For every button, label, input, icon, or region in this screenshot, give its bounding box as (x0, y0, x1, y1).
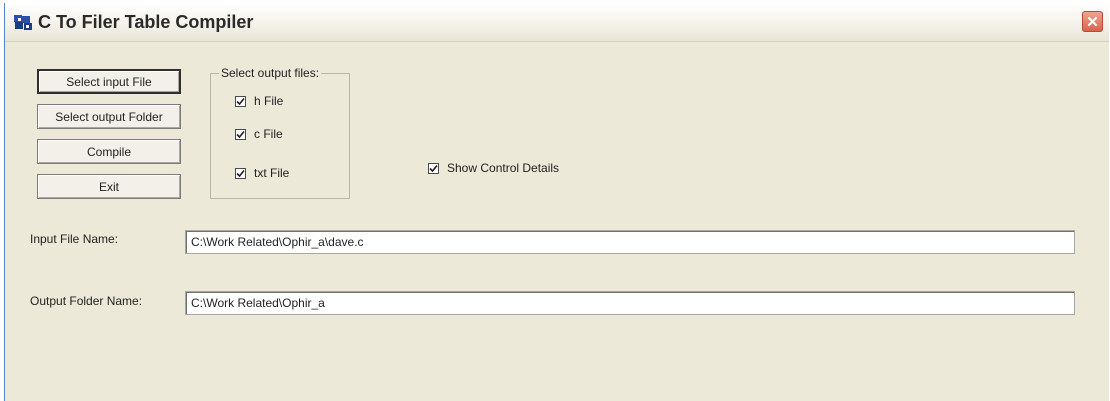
txt-file-checkbox-box[interactable] (235, 167, 246, 179)
window-title: C To Filer Table Compiler (38, 12, 254, 32)
output-files-group-label: Select output files: (219, 66, 322, 80)
checkmark-icon (429, 164, 438, 172)
app-icon (14, 15, 32, 30)
c-file-checkbox-box[interactable] (235, 128, 246, 140)
show-control-details-label: Show Control Details (447, 161, 560, 175)
app-window: C To Filer Table Compiler ✕ Select input… (4, 3, 1109, 401)
checkmark-icon (236, 169, 245, 177)
show-control-details-checkbox-box[interactable] (428, 162, 439, 174)
txt-file-label: txt File (254, 166, 290, 180)
title-bar[interactable]: C To Filer Table Compiler ✕ (5, 3, 1109, 42)
h-file-label: h File (254, 94, 284, 108)
input-file-name-field[interactable]: C:\Work Related\Ophir_a\dave.c (185, 230, 1075, 254)
c-file-label: c File (254, 127, 283, 141)
input-file-name-label: Input File Name: (30, 232, 119, 246)
show-control-details-checkbox[interactable]: Show Control Details (428, 161, 559, 175)
close-icon: ✕ (1086, 13, 1099, 31)
h-file-checkbox[interactable]: h File (235, 94, 283, 108)
h-file-checkbox-box[interactable] (235, 95, 246, 107)
compile-button[interactable]: Compile (37, 139, 181, 164)
close-button[interactable]: ✕ (1082, 11, 1103, 32)
select-output-folder-button[interactable]: Select output Folder (37, 104, 181, 129)
output-folder-name-field[interactable]: C:\Work Related\Ophir_a (185, 291, 1075, 315)
checkmark-icon (236, 97, 245, 105)
exit-button[interactable]: Exit (37, 174, 181, 199)
output-folder-name-label: Output Folder Name: (30, 294, 143, 308)
c-file-checkbox[interactable]: c File (235, 127, 283, 141)
select-input-file-button[interactable]: Select input File (37, 69, 181, 94)
checkmark-icon (236, 130, 245, 138)
txt-file-checkbox[interactable]: txt File (235, 166, 289, 180)
